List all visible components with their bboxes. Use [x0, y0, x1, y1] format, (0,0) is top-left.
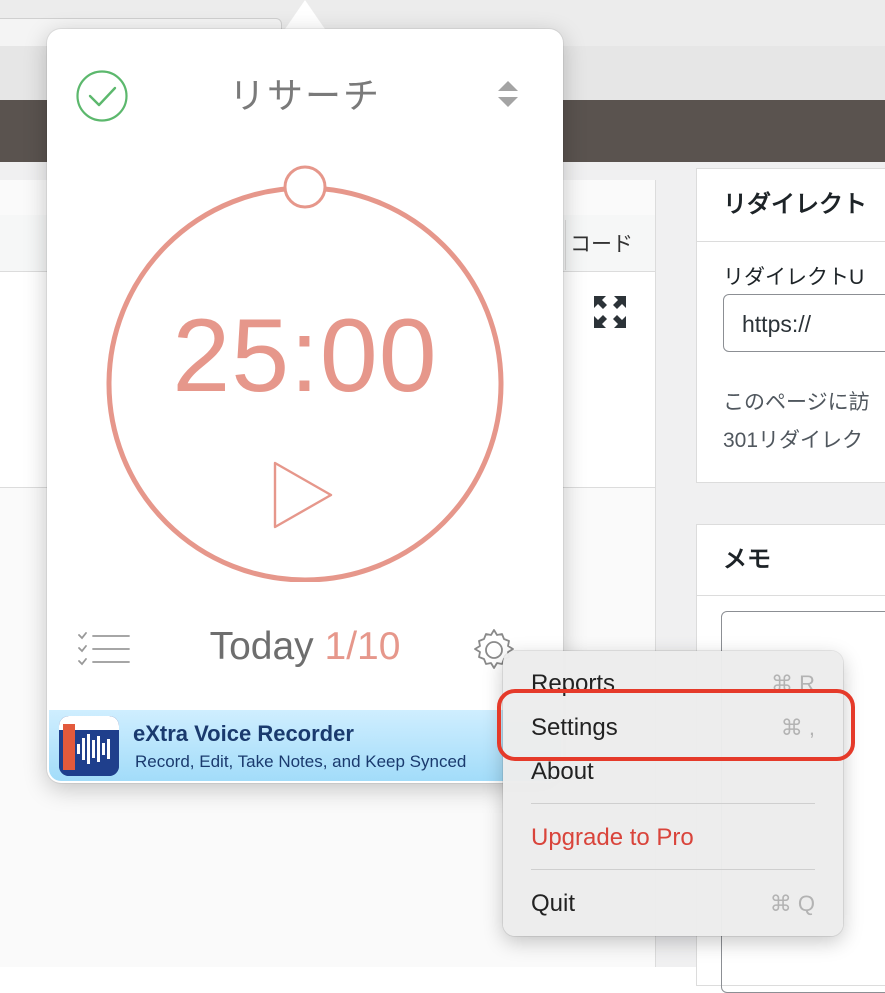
popover-arrow: [283, 0, 327, 32]
redirect-url-input[interactable]: https://: [723, 294, 885, 352]
redirect-description-line: このページに訪: [723, 391, 870, 414]
menu-item-quit[interactable]: Quit ⌘ Q: [503, 884, 843, 924]
settings-menu: Reports ⌘ R Settings ⌘ , About Upgrade t…: [503, 651, 843, 936]
today-label: Today: [209, 625, 314, 668]
timer-knob: [283, 165, 327, 209]
ad-subtitle: Record, Edit, Take Notes, and Keep Synce…: [135, 752, 467, 771]
menu-item-shortcut: ⌘ ,: [780, 715, 815, 740]
redirect-panel-title: リダイレクト: [697, 169, 885, 242]
check-circle-icon[interactable]: [75, 69, 129, 123]
menu-separator: [531, 803, 815, 804]
today-counter: Today 1/10: [177, 625, 433, 669]
waveform-icon: [59, 716, 119, 776]
menu-item-label: Settings: [531, 714, 618, 741]
task-name[interactable]: リサーチ: [177, 67, 433, 119]
redirect-description: このページに訪 301リダイレク: [723, 384, 870, 460]
expand-icon[interactable]: [592, 294, 628, 330]
redirect-url-label: リダイレクトU: [723, 266, 865, 289]
menu-item-reports[interactable]: Reports ⌘ R: [503, 664, 843, 704]
menu-item-label: About: [531, 758, 594, 785]
menu-item-label: Quit: [531, 890, 576, 917]
up-down-arrows-icon[interactable]: [496, 79, 520, 109]
task-list-icon[interactable]: [77, 631, 131, 667]
code-tab[interactable]: コード: [565, 220, 660, 270]
memo-panel-title: メモ: [697, 525, 885, 596]
play-icon[interactable]: [267, 459, 337, 531]
menu-item-upgrade[interactable]: Upgrade to Pro: [503, 818, 843, 858]
redirect-description-line: 301リダイレク: [723, 429, 864, 452]
menu-item-settings[interactable]: Settings ⌘ ,: [503, 708, 843, 748]
redirect-panel: リダイレクト リダイレクトU https:// このページに訪 301リダイレク: [696, 168, 885, 483]
menu-item-label: Upgrade to Pro: [531, 824, 694, 851]
menu-item-label: Reports: [531, 670, 616, 697]
timer-popover: リサーチ 25:00 Today 1/10 eXtra Voice Record…: [47, 29, 563, 783]
today-count: 1/10: [324, 625, 401, 668]
menu-item-shortcut: ⌘ R: [771, 671, 815, 696]
timer-display: 25:00: [172, 298, 438, 414]
menu-separator: [531, 869, 815, 870]
menu-item-shortcut: ⌘ Q: [769, 891, 815, 916]
ad-banner[interactable]: eXtra Voice Recorder Record, Edit, Take …: [49, 710, 561, 781]
ad-title: eXtra Voice Recorder: [133, 721, 354, 746]
menu-item-about[interactable]: About: [503, 752, 843, 792]
